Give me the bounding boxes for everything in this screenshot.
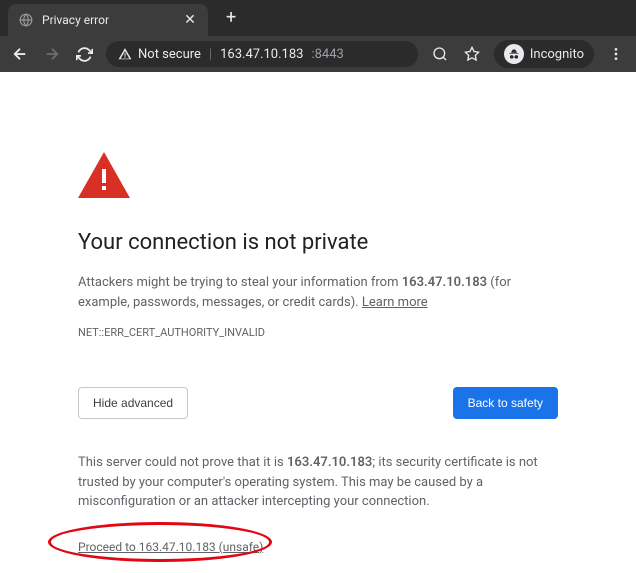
error-page: Your connection is not private Attackers… (0, 72, 636, 555)
back-to-safety-button[interactable]: Back to safety (453, 387, 558, 419)
close-icon[interactable]: ✕ (182, 12, 198, 28)
warning-triangle-icon (78, 152, 558, 202)
adv-host: 163.47.10.183 (287, 455, 372, 470)
incognito-label: Incognito (530, 47, 584, 62)
warning-triangle-icon (118, 47, 132, 61)
incognito-badge[interactable]: Incognito (494, 40, 594, 68)
button-row: Hide advanced Back to safety (78, 387, 558, 419)
incognito-icon (504, 44, 524, 64)
error-code: NET::ERR_CERT_AUTHORITY_INVALID (78, 326, 558, 339)
desc-prefix: Attackers might be trying to steal your … (78, 275, 402, 290)
adv-prefix: This server could not prove that it is (78, 455, 287, 470)
menu-icon[interactable] (606, 46, 626, 62)
page-title: Your connection is not private (78, 230, 558, 255)
advanced-text: This server could not prove that it is 1… (78, 453, 558, 512)
back-button[interactable] (10, 44, 30, 64)
tab-strip: Privacy error ✕ + (0, 0, 636, 36)
new-tab-button[interactable]: + (218, 3, 244, 32)
learn-more-link[interactable]: Learn more (362, 295, 428, 310)
proceed-wrap: Proceed to 163.47.10.183 (unsafe) (78, 536, 263, 555)
globe-icon (18, 12, 34, 28)
bookmark-star-icon[interactable] (462, 46, 482, 62)
divider: | (209, 47, 212, 62)
description: Attackers might be trying to steal your … (78, 273, 558, 312)
hide-advanced-button[interactable]: Hide advanced (78, 387, 188, 419)
toolbar: Not secure | 163.47.10.183 :8443 Incognit… (0, 36, 636, 72)
not-secure-label: Not secure (138, 47, 201, 62)
security-indicator: Not secure (118, 47, 201, 62)
desc-host: 163.47.10.183 (402, 275, 487, 290)
reload-button[interactable] (74, 44, 94, 64)
browser-tab[interactable]: Privacy error ✕ (8, 4, 208, 36)
tab-title: Privacy error (42, 13, 174, 27)
address-bar[interactable]: Not secure | 163.47.10.183 :8443 (106, 41, 418, 67)
url-host: 163.47.10.183 (220, 47, 303, 62)
forward-button[interactable] (42, 44, 62, 64)
url-port: :8443 (311, 47, 343, 62)
zoom-icon[interactable] (430, 46, 450, 62)
browser-chrome: Privacy error ✕ + Not secure | 163.47.10… (0, 0, 636, 72)
proceed-link[interactable]: Proceed to 163.47.10.183 (unsafe) (78, 540, 263, 554)
